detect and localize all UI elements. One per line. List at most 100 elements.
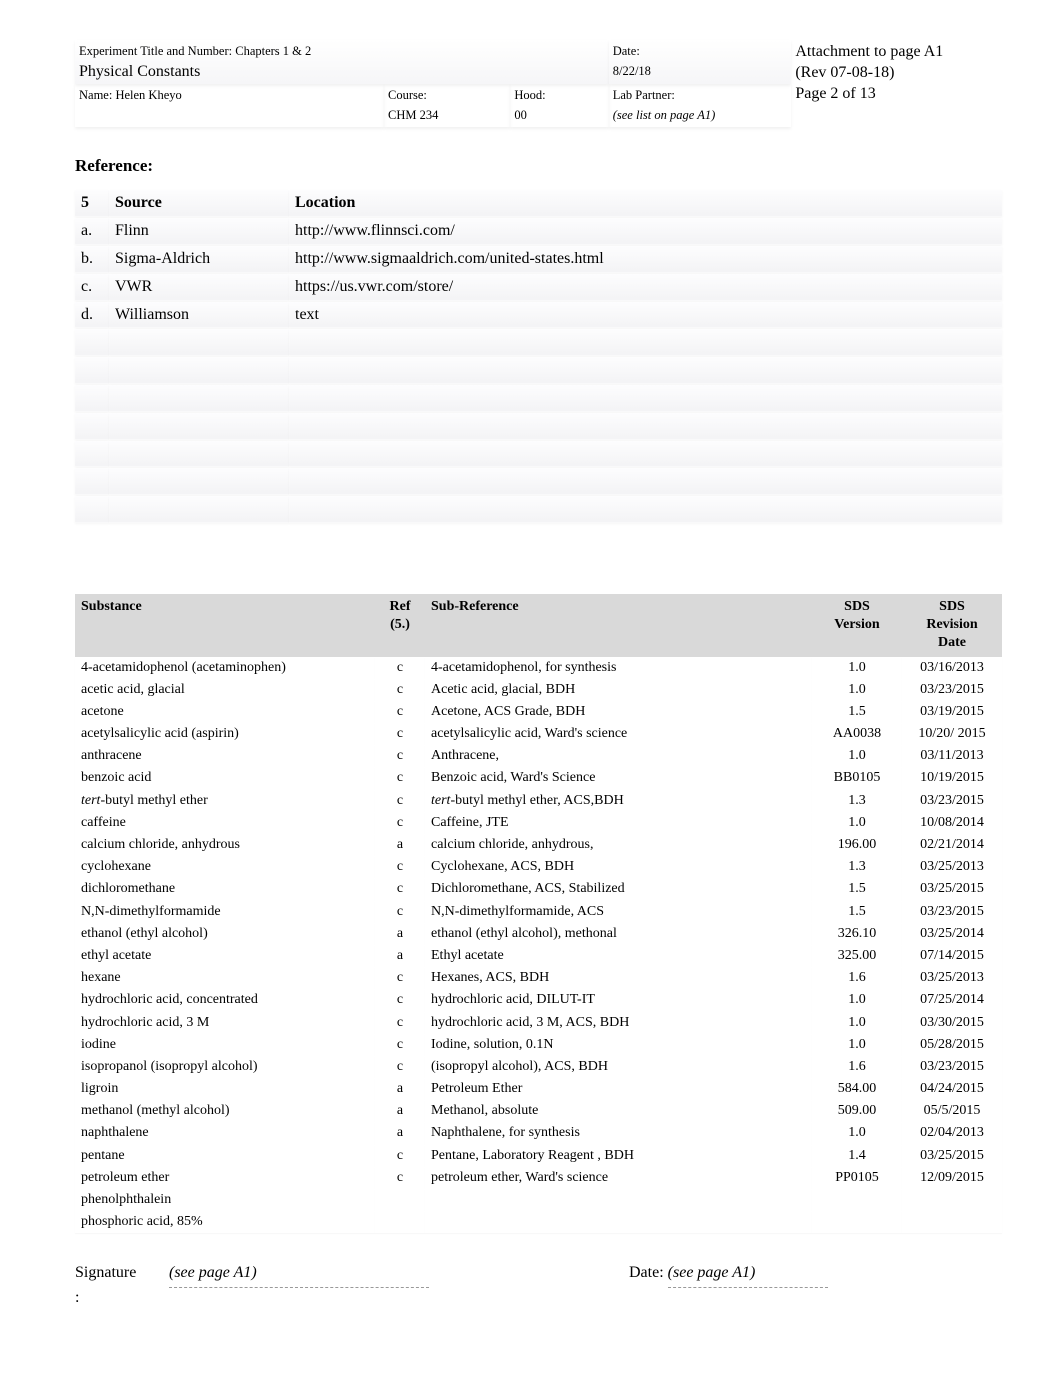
substance-name: cyclohexane (75, 856, 375, 878)
source-name: Flinn (109, 218, 289, 245)
substance-ver: 326.10 (812, 923, 902, 945)
footer-date-value: (see page A1) (668, 1263, 828, 1288)
substance-subref: Pentane, Laboratory Reagent , BDH (425, 1145, 812, 1167)
substance-name: hydrochloric acid, 3 M (75, 1012, 375, 1034)
partner-label: Lab Partner: (613, 88, 675, 102)
substance-ver: 1.5 (812, 701, 902, 723)
table-row (75, 496, 1002, 523)
substance-date: 02/21/2014 (902, 834, 1002, 856)
subs-head-subref: Sub-Reference (425, 594, 812, 657)
substance-subref: Petroleum Ether (425, 1078, 812, 1100)
substance-name: ethanol (ethyl alcohol) (75, 923, 375, 945)
table-row: dichloromethanecDichloromethane, ACS, St… (75, 878, 1002, 900)
substance-date: 03/30/2015 (902, 1012, 1002, 1034)
substance-subref: Hexanes, ACS, BDH (425, 967, 812, 989)
signature-label: Signature (75, 1263, 165, 1284)
table-row: methanol (methyl alcohol)aMethanol, abso… (75, 1100, 1002, 1122)
substance-ver: 1.6 (812, 967, 902, 989)
table-row: petroleum ethercpetroleum ether, Ward's … (75, 1167, 1002, 1189)
substance-name: iodine (75, 1034, 375, 1056)
hood-value: 00 (514, 108, 527, 122)
header: Experiment Title and Number: Chapters 1 … (75, 40, 1002, 127)
substance-ver: 1.0 (812, 679, 902, 701)
substance-subref: Cyclohexane, ACS, BDH (425, 856, 812, 878)
substance-date (902, 1189, 1002, 1211)
substance-ref: a (375, 945, 425, 967)
table-row (75, 468, 1002, 495)
substance-ref: c (375, 657, 425, 679)
table-row: ethyl acetateaEthyl acetate325.0007/14/2… (75, 945, 1002, 967)
substance-subref (425, 1189, 812, 1211)
table-row (75, 329, 1002, 356)
substance-date: 03/11/2013 (902, 745, 1002, 767)
attachment-text: Attachment to page A1 (795, 42, 998, 63)
subs-head-date: SDSRevisionDate (902, 594, 1002, 657)
table-row: tert-butyl methyl etherctert-butyl methy… (75, 790, 1002, 812)
substance-subref: acetylsalicylic acid, Ward's science (425, 723, 812, 745)
table-row: iodinecIodine, solution, 0.1N1.005/28/20… (75, 1034, 1002, 1056)
source-num: a. (75, 218, 109, 245)
substance-date: 07/14/2015 (902, 945, 1002, 967)
substance-ref: c (375, 1056, 425, 1078)
substance-ver: 1.4 (812, 1145, 902, 1167)
substance-subref: Iodine, solution, 0.1N (425, 1034, 812, 1056)
substance-subref: tert-butyl methyl ether, ACS,BDH (425, 790, 812, 812)
attachment-box: Attachment to page A1 (Rev 07-08-18) Pag… (791, 40, 1002, 127)
substance-name: acetic acid, glacial (75, 679, 375, 701)
table-row: a.Flinnhttp://www.flinnsci.com/ (75, 218, 1002, 245)
substance-ref: c (375, 1167, 425, 1189)
substance-date: 07/25/2014 (902, 989, 1002, 1011)
substance-ref (375, 1189, 425, 1211)
substance-ref: c (375, 679, 425, 701)
table-row: d.Williamsontext (75, 302, 1002, 329)
table-row: phenolphthalein (75, 1189, 1002, 1211)
substance-ver (812, 1189, 902, 1211)
substance-name: anthracene (75, 745, 375, 767)
substance-subref: hydrochloric acid, DILUT-IT (425, 989, 812, 1011)
substance-subref: petroleum ether, Ward's science (425, 1167, 812, 1189)
substance-ref: c (375, 790, 425, 812)
substance-ver: 1.0 (812, 1034, 902, 1056)
table-row: hydrochloric acid, 3 Mchydrochloric acid… (75, 1012, 1002, 1034)
substance-name: isopropanol (isopropyl alcohol) (75, 1056, 375, 1078)
table-row: hydrochloric acid, concentratedchydrochl… (75, 989, 1002, 1011)
substance-ver: 1.5 (812, 878, 902, 900)
substances-table: Substance Ref(5.) Sub-Reference SDSVersi… (75, 594, 1002, 1233)
hood-label: Hood: (514, 88, 545, 102)
table-row: caffeinecCaffeine, JTE1.010/08/2014 (75, 812, 1002, 834)
source-location: https://us.vwr.com/store/ (289, 274, 1002, 301)
substance-ver: 1.3 (812, 790, 902, 812)
substance-subref: Benzoic acid, Ward's Science (425, 767, 812, 789)
substance-date: 10/20/ 2015 (902, 723, 1002, 745)
substance-subref: Anthracene, (425, 745, 812, 767)
substance-name: N,N-dimethylformamide (75, 901, 375, 923)
subs-head-ver: SDSVersion (812, 594, 902, 657)
sources-loc-head: Location (289, 190, 1002, 217)
sources-table: 5 Source Location a.Flinnhttp://www.flin… (75, 189, 1002, 524)
name-line: Name: Helen Kheyo (79, 88, 182, 102)
substance-subref: Naphthalene, for synthesis (425, 1122, 812, 1144)
substance-subref: Ethyl acetate (425, 945, 812, 967)
substance-date: 10/19/2015 (902, 767, 1002, 789)
substance-ver: 1.0 (812, 989, 902, 1011)
substance-ver (812, 1211, 902, 1233)
substance-name: acetylsalicylic acid (aspirin) (75, 723, 375, 745)
substance-name: benzoic acid (75, 767, 375, 789)
substance-date: 03/19/2015 (902, 701, 1002, 723)
subs-head-substance: Substance (75, 594, 375, 657)
substance-name: 4-acetamidophenol (acetaminophen) (75, 657, 375, 679)
substance-ver: 1.0 (812, 812, 902, 834)
substance-name: tert-butyl methyl ether (75, 790, 375, 812)
table-row: benzoic acidcBenzoic acid, Ward's Scienc… (75, 767, 1002, 789)
substance-subref: (isopropyl alcohol), ACS, BDH (425, 1056, 812, 1078)
substance-ver: 1.0 (812, 745, 902, 767)
source-location: http://www.flinnsci.com/ (289, 218, 1002, 245)
table-row: acetylsalicylic acid (aspirin)cacetylsal… (75, 723, 1002, 745)
substance-date: 03/23/2015 (902, 901, 1002, 923)
partner-value: (see list on page A1) (613, 108, 716, 122)
table-row (75, 357, 1002, 384)
source-num: c. (75, 274, 109, 301)
table-row: naphthaleneaNaphthalene, for synthesis1.… (75, 1122, 1002, 1144)
table-row: pentanecPentane, Laboratory Reagent , BD… (75, 1145, 1002, 1167)
table-row: isopropanol (isopropyl alcohol)c (isopro… (75, 1056, 1002, 1078)
